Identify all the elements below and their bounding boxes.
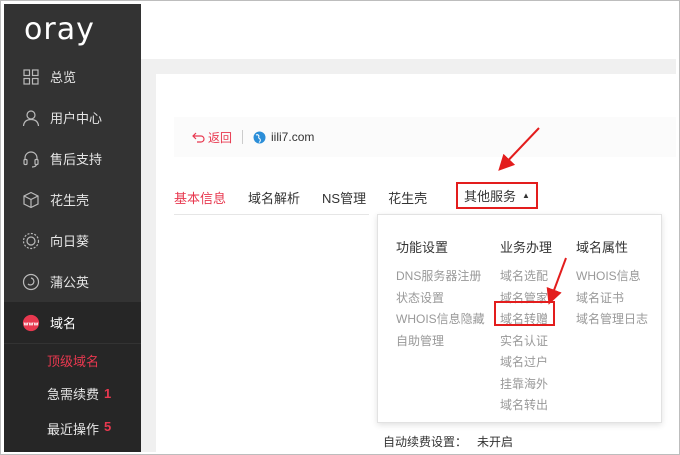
menu-item-status-settings[interactable]: 状态设置: [396, 288, 485, 310]
sidebar-item-label: 售后支持: [50, 152, 103, 167]
sidebar-subitem-top-level-domain[interactable]: 顶级域名: [4, 344, 141, 377]
column-title: 业务办理: [500, 240, 553, 255]
grid-icon: [22, 68, 40, 86]
auto-renew-label: 自动续费设置：: [383, 435, 468, 449]
count-badge: 1: [104, 386, 112, 401]
menu-item-whois-info[interactable]: WHOIS信息: [576, 266, 648, 288]
headset-icon: [22, 150, 40, 168]
tab-underline: [174, 214, 369, 215]
domain-name: iili7.com: [271, 130, 315, 144]
menu-item-whois-privacy[interactable]: WHOIS信息隐藏: [396, 309, 485, 331]
sidebar-subitem-renewal-needed[interactable]: 急需续费 1: [4, 377, 141, 410]
dropdown-column-attributes: 域名属性 WHOIS信息 域名证书 域名管理日志: [576, 215, 648, 331]
menu-item-domain-transfer-out[interactable]: 域名转出: [500, 395, 552, 417]
menu-item-domain-log[interactable]: 域名管理日志: [576, 309, 648, 331]
tab-peanut-shell[interactable]: 花生壳: [388, 188, 427, 207]
sidebar-item-label: 花生壳: [50, 193, 90, 208]
divider: [242, 130, 244, 144]
domain-bar: 返回 iili7.com: [174, 117, 676, 157]
www-icon: www: [22, 314, 40, 332]
back-link[interactable]: 返回: [192, 129, 232, 146]
menu-item-domain-certificate[interactable]: 域名证书: [576, 288, 648, 310]
dropdown-column-settings: 功能设置 DNS服务器注册 状态设置 WHOIS信息隐藏 自助管理: [396, 215, 485, 352]
globe-icon: [253, 131, 266, 144]
auto-renew-value: 未开启: [477, 435, 514, 449]
sidebar-item-support[interactable]: 售后支持: [4, 138, 141, 179]
other-services-dropdown: 功能设置 DNS服务器注册 状态设置 WHOIS信息隐藏 自助管理 业务办理 域…: [377, 214, 662, 423]
sidebar-item-label: 域名: [50, 316, 77, 331]
sidebar-item-user-center[interactable]: 用户中心: [4, 97, 141, 138]
tab-other-services[interactable]: 其他服务 ▲: [456, 182, 538, 209]
menu-item-dns-server-register[interactable]: DNS服务器注册: [396, 266, 485, 288]
auto-renew-row: 自动续费设置： 未开启: [383, 433, 513, 450]
tab-dns-resolution[interactable]: 域名解析: [248, 188, 300, 207]
sidebar-item-overview[interactable]: 总览: [4, 56, 141, 97]
sidebar-item-label: 总览: [50, 70, 77, 85]
back-label: 返回: [208, 130, 233, 145]
tab-basic-info[interactable]: 基本信息: [174, 188, 226, 207]
count-badge: 5: [104, 419, 112, 434]
menu-item-domain-select[interactable]: 域名选配: [500, 266, 552, 288]
cube-icon: [22, 191, 40, 209]
sidebar-item-label: 用户中心: [50, 111, 103, 126]
undo-icon: [192, 132, 205, 143]
menu-item-real-name-auth[interactable]: 实名认证: [500, 331, 552, 353]
oray-logo[interactable]: oray: [4, 4, 141, 54]
caret-up-icon: ▲: [522, 191, 530, 200]
sidebar-item-domain[interactable]: www 域名: [4, 302, 141, 343]
sidebar-subitem-label: 最近操作: [47, 422, 100, 437]
tab-bar: 基本信息 域名解析 NS管理 花生壳: [174, 186, 449, 208]
sidebar-item-peanut-shell[interactable]: 花生壳: [4, 179, 141, 220]
top-header: [141, 4, 676, 59]
user-icon: [22, 109, 40, 127]
sidebar-subitem-label: 顶级域名: [47, 354, 100, 369]
column-title: 功能设置: [396, 240, 449, 255]
tab-ns-management[interactable]: NS管理: [322, 188, 366, 207]
menu-item-self-management[interactable]: 自助管理: [396, 331, 485, 353]
menu-item-overseas-hosting[interactable]: 挂靠海外: [500, 374, 552, 396]
tab-label: 其他服务: [464, 189, 517, 204]
highlight-box: [494, 301, 555, 326]
svg-text:www: www: [24, 321, 39, 327]
sidebar-item-dandelion[interactable]: 蒲公英: [4, 261, 141, 302]
column-title: 域名属性: [576, 240, 629, 255]
sidebar-item-label: 向日葵: [50, 234, 90, 249]
menu-item-domain-ownership-change[interactable]: 域名过户: [500, 352, 552, 374]
sidebar-subitem-label: 急需续费: [47, 387, 100, 402]
dandelion-icon: [22, 273, 40, 291]
sidebar-item-label: 蒲公英: [50, 275, 90, 290]
sunflower-icon: [22, 232, 40, 250]
sidebar-subitem-recent-actions[interactable]: 最近操作 5: [4, 410, 141, 452]
sidebar-item-sunflower[interactable]: 向日葵: [4, 220, 141, 261]
